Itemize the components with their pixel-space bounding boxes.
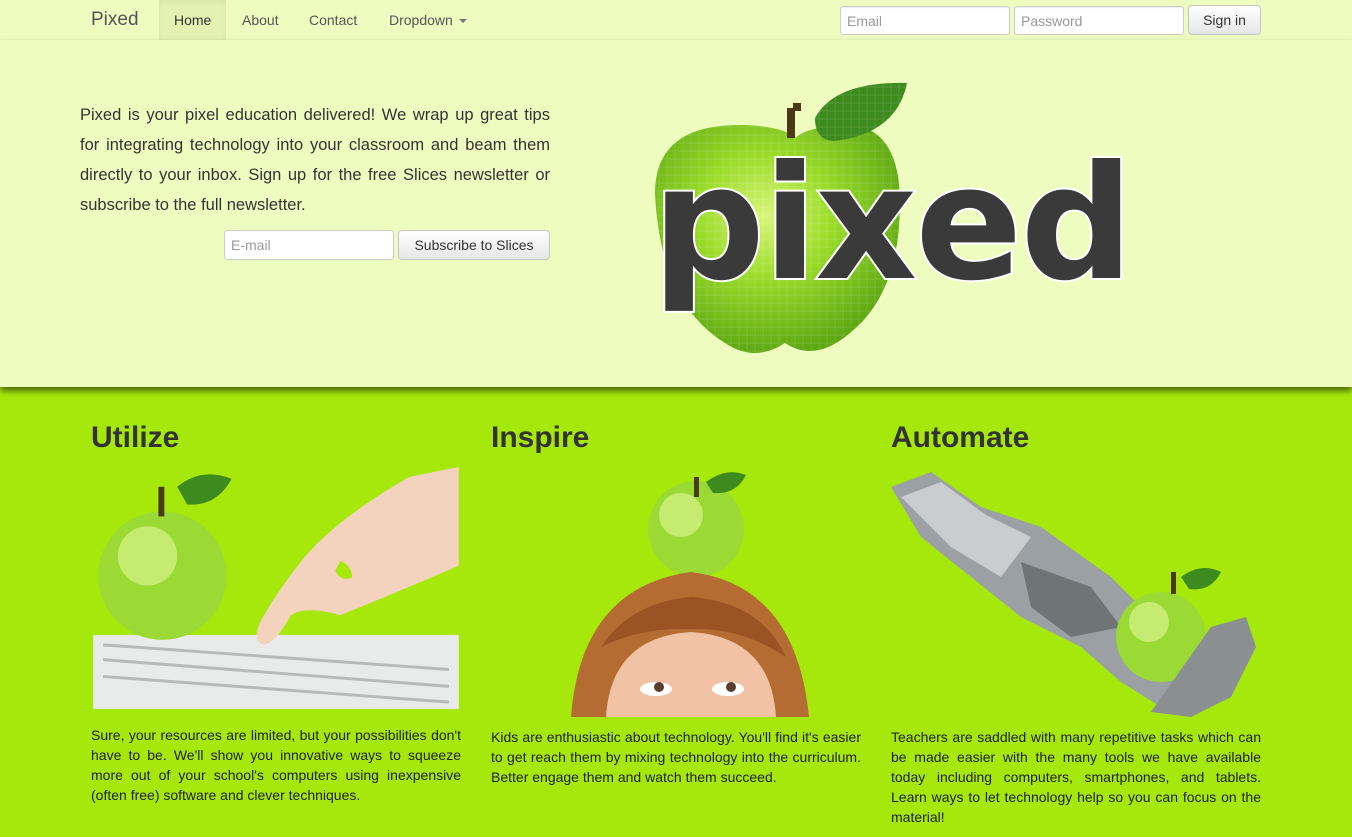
caret-down-icon (458, 19, 467, 24)
newsletter-email-input[interactable] (224, 230, 394, 260)
feature-utilize: Utilize Sure, your resources are limited… (91, 420, 461, 803)
feature-title: Inspire (491, 421, 590, 454)
top-navbar: Pixed Home About Contact Dropdown Sign i… (0, 0, 1352, 40)
nav-dropdown-label: Dropdown (389, 12, 453, 28)
apple-keyboard-hand-image (93, 467, 459, 710)
feature-automate: Automate Teachers are saddled with many … (891, 420, 1261, 825)
password-field[interactable] (1014, 6, 1184, 35)
feature-title: Automate (891, 421, 1030, 454)
robot-hand-apple-image (891, 472, 1256, 717)
apple-on-head-image (571, 472, 809, 717)
nav-home[interactable]: Home (159, 0, 227, 40)
feature-inspire: Inspire Kids are enthusiastic about tech… (491, 420, 861, 785)
nav-about[interactable]: About (227, 0, 294, 40)
brand-link[interactable]: Pixed (91, 9, 139, 31)
hero-section: Pixed is your pixel education delivered!… (0, 40, 1352, 387)
nav-dropdown[interactable]: Dropdown (374, 0, 482, 40)
feature-description: Sure, your resources are limited, but yo… (91, 727, 461, 803)
subscribe-button[interactable]: Subscribe to Slices (398, 230, 550, 260)
hero-description: Pixed is your pixel education delivered!… (80, 106, 550, 214)
email-field[interactable] (840, 6, 1010, 35)
feature-description: Teachers are saddled with many repetitiv… (891, 729, 1261, 825)
sign-in-button[interactable]: Sign in (1188, 5, 1261, 35)
feature-title: Utilize (91, 421, 180, 454)
logo-wordmark: pixed (650, 132, 1135, 316)
nav-contact[interactable]: Contact (294, 0, 372, 40)
feature-description: Kids are enthusiastic about technology. … (491, 729, 861, 785)
